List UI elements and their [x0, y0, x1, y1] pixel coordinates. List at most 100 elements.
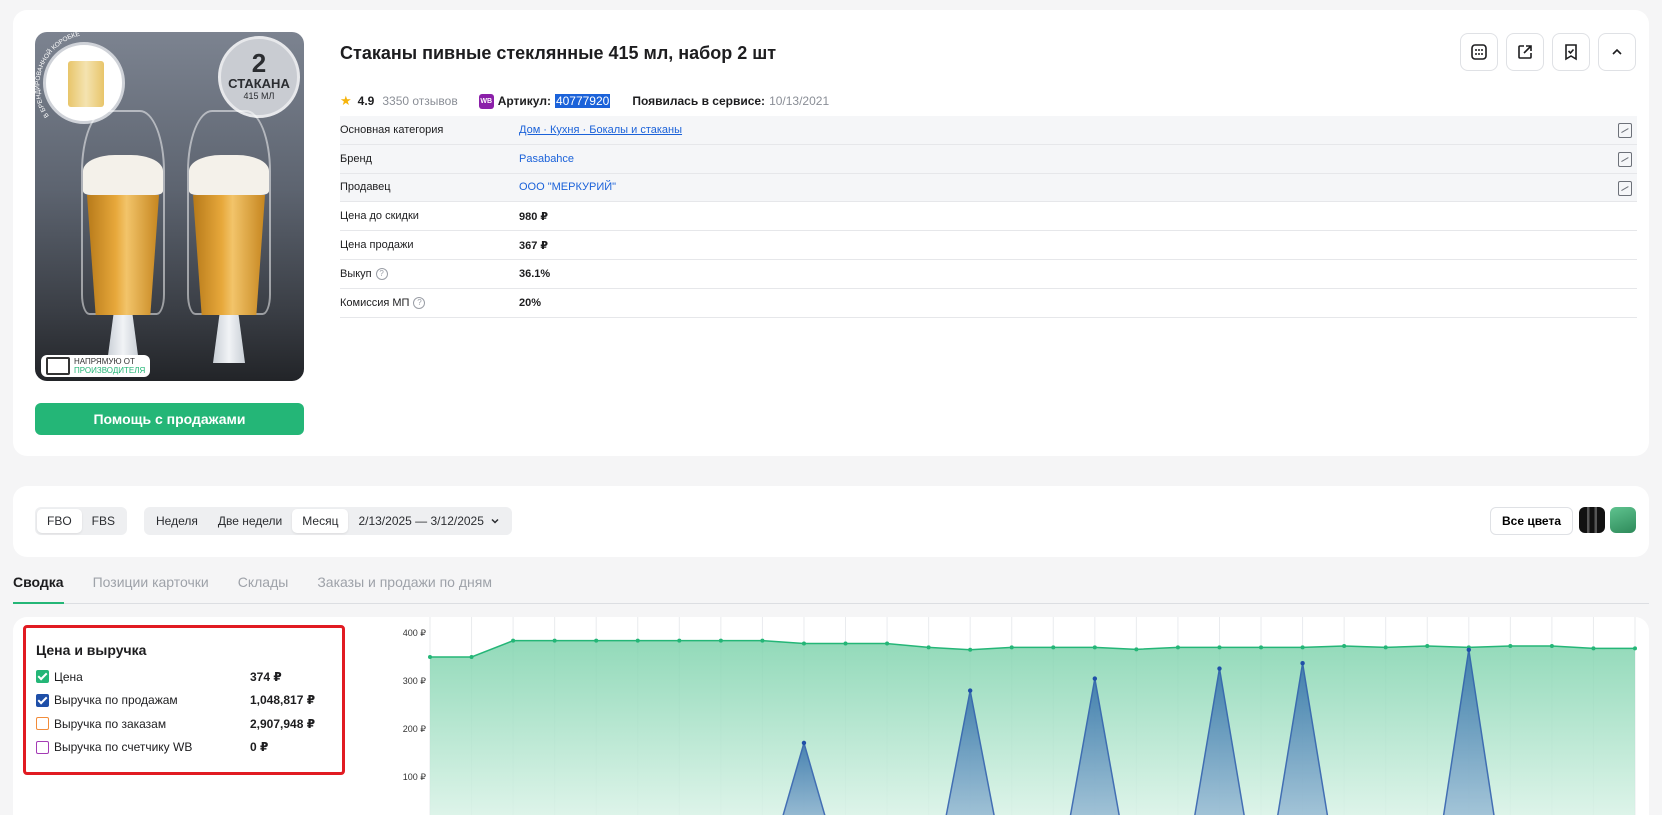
price-point: [968, 647, 973, 652]
spec-label: Основная категория: [340, 124, 519, 136]
factory-icon: [46, 357, 70, 375]
article-label: Артикул:: [497, 94, 551, 108]
legend-checkbox[interactable]: [36, 740, 49, 754]
date-range-picker[interactable]: 2/13/2025 — 3/12/2025: [348, 509, 509, 533]
legend-value: 0 ₽: [250, 740, 269, 755]
color-swatch-green[interactable]: [1610, 507, 1636, 533]
spec-value[interactable]: ООО "МЕРКУРИЙ": [519, 181, 1637, 193]
all-colors-button[interactable]: Все цвета: [1489, 507, 1573, 535]
chart-card: Цена и выручка Цена 374 ₽ Выручка по прода…: [13, 617, 1649, 815]
spec-value[interactable]: Pasabahce: [519, 153, 1637, 165]
rating-value: 4.9: [357, 94, 375, 108]
spec-value: 36.1%: [519, 267, 551, 280]
reviews-count[interactable]: 3350 отзывов: [382, 94, 457, 108]
svg-text:В БРЕНДИРОВАННОЙ КОРОБКЕ: В БРЕНДИРОВАННОЙ КОРОБКЕ: [35, 32, 81, 119]
calculator-icon: [1471, 44, 1487, 60]
spec-label-text: Бренд: [340, 152, 372, 165]
specs-table: Основная категория Дом · Кухня · Бокалы и…: [340, 116, 1637, 318]
y-tick-label: 300 ₽: [403, 676, 427, 686]
period-option[interactable]: Месяц: [292, 509, 349, 533]
spec-row: Бренд Pasabahce: [340, 144, 1637, 174]
product-actions: [1460, 33, 1636, 71]
sales-revenue-point: [967, 688, 973, 693]
price-point: [926, 645, 931, 650]
legend-item[interactable]: Цена 374 ₽: [36, 665, 342, 689]
collapse-button[interactable]: [1598, 33, 1636, 71]
glass-right: [183, 88, 275, 363]
legend-title: Цена и выручка: [36, 642, 147, 658]
price-point: [552, 638, 557, 643]
price-point: [885, 641, 890, 646]
spec-label: Комиссия МП?: [340, 296, 519, 309]
spec-row: Продавец ООО "МЕРКУРИЙ": [340, 173, 1637, 203]
price-point: [1217, 645, 1222, 650]
period-option[interactable]: Две недели: [208, 509, 292, 533]
legend-value: 1,048,817 ₽: [250, 693, 316, 708]
spec-row: Выкуп? 36.1%: [340, 260, 1637, 289]
spec-row: Комиссия МП? 20%: [340, 289, 1637, 318]
legend-label: Выручка по продажам: [54, 693, 178, 708]
sales-revenue-point: [1092, 676, 1098, 681]
since-value: 10/13/2021: [769, 94, 830, 108]
spec-label-text: Цена продажи: [340, 239, 414, 252]
price-point: [1051, 645, 1056, 650]
section-tabs: Сводка Позиции карточки Склады Заказы и про…: [13, 570, 1649, 604]
price-point: [594, 638, 599, 643]
tab-item[interactable]: Сводка: [13, 570, 64, 604]
tab-item[interactable]: Заказы и продажи по дням: [317, 570, 492, 603]
bookmark-check-icon: [1565, 44, 1577, 61]
product-image[interactable]: В БРЕНДИРОВАННОЙ КОРОБКЕ 2 СТАКАНА 415 М…: [35, 32, 304, 381]
spec-row: Цена продажи 367 ₽: [340, 231, 1637, 260]
price-point: [1300, 645, 1305, 650]
bookmark-icon[interactable]: [1618, 123, 1632, 138]
fulfillment-option[interactable]: FBO: [37, 509, 82, 533]
legend-checkbox[interactable]: [36, 717, 49, 731]
price-point: [718, 638, 723, 643]
spec-label: Цена продажи: [340, 239, 519, 251]
spec-label: Выкуп?: [340, 267, 519, 280]
legend-checkbox[interactable]: [36, 670, 49, 684]
spec-label-text: Продавец: [340, 181, 391, 194]
spec-label-text: Комиссия МП: [340, 296, 410, 309]
legend-item[interactable]: Выручка по продажам 1,048,817 ₽: [36, 689, 342, 713]
legend-checkbox[interactable]: [36, 693, 49, 707]
bookmark-icon[interactable]: [1618, 151, 1632, 167]
article-value[interactable]: 40777920: [554, 94, 611, 108]
sales-revenue-point: [1217, 666, 1222, 671]
spec-label-text: Цена до скидки: [340, 210, 419, 223]
spec-label-text: Основная категория: [340, 123, 444, 136]
open-external-button[interactable]: [1506, 33, 1544, 71]
tab-item[interactable]: Склады: [238, 570, 289, 603]
sales-help-button[interactable]: Помощь с продажами: [35, 403, 304, 435]
price-point: [843, 641, 848, 646]
help-icon[interactable]: ?: [375, 267, 388, 280]
legend-item[interactable]: Выручка по счетчику WB 0 ₽: [36, 736, 342, 760]
fulfillment-option[interactable]: FBS: [82, 509, 125, 533]
spec-value: 20%: [519, 296, 542, 309]
wb-logo-icon: WB: [478, 93, 494, 109]
legend-label: Цена: [54, 669, 83, 684]
price-point: [677, 638, 682, 643]
y-tick-label: 100 ₽: [403, 772, 427, 782]
price-point: [1425, 643, 1430, 648]
product-card: В БРЕНДИРОВАННОЙ КОРОБКЕ 2 СТАКАНА 415 М…: [13, 10, 1649, 456]
price-point: [428, 655, 432, 659]
legend-label: Выручка по заказам: [54, 716, 167, 731]
bookmark-button[interactable]: [1552, 33, 1590, 71]
since-label: Появилась в сервисе:: [632, 94, 766, 108]
color-swatch-black[interactable]: [1579, 507, 1605, 533]
filters-bar: FBO FBS Неделя Две недели Месяц 2/13/2025 — …: [13, 486, 1649, 557]
spec-value[interactable]: Дом · Кухня · Бокалы и стаканы: [519, 124, 1637, 136]
price-point: [1549, 643, 1554, 648]
price-point: [1633, 646, 1637, 651]
period-option[interactable]: Неделя: [146, 509, 208, 533]
legend-item[interactable]: Выручка по заказам 2,907,948 ₽: [36, 712, 342, 736]
date-range-value: 2/13/2025 — 3/12/2025: [358, 514, 484, 528]
chevron-up-icon: [1612, 48, 1622, 55]
tab-item[interactable]: Позиции карточки: [93, 570, 209, 603]
help-icon[interactable]: ?: [413, 296, 426, 309]
price-point: [635, 638, 640, 643]
bookmark-icon[interactable]: [1618, 180, 1632, 196]
external-link-icon: [1518, 45, 1532, 59]
calculator-button[interactable]: [1460, 33, 1498, 71]
